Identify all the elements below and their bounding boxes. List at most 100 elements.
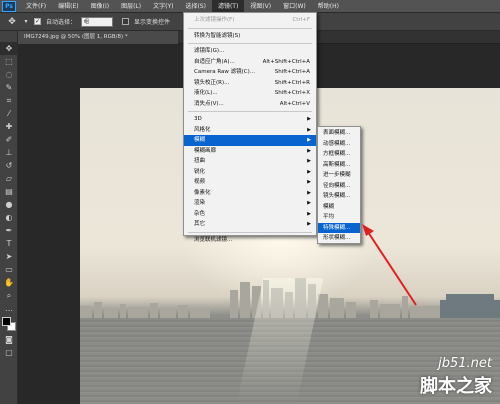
blur-tool-icon[interactable]: ● — [0, 198, 18, 211]
blur-menu-item[interactable]: 径向模糊... — [318, 181, 360, 192]
menu-item-shortcut: Shift+Ctrl+R — [274, 79, 310, 86]
filter-menu-item[interactable]: 扭曲 ▶ — [184, 156, 316, 167]
filter-menu-item[interactable]: 其它 ▶ — [184, 219, 316, 230]
filter-menu-item[interactable]: 渲染 ▶ — [184, 198, 316, 209]
menu-item-label: 视频 — [194, 179, 206, 185]
menu-item[interactable]: 窗口(W) — [277, 0, 312, 13]
menu-item[interactable]: 图像(I) — [85, 0, 115, 13]
filter-menu-item[interactable]: 浏览联机滤镜... — [184, 235, 316, 246]
eyedropper-tool-icon[interactable]: ⁄ — [0, 107, 18, 120]
submenu-arrow-icon: ▶ — [307, 168, 311, 175]
watermark: jb51.net 脚本之家 — [380, 356, 492, 400]
auto-select-label: 自动选择： — [46, 19, 77, 26]
blur-menu-item[interactable]: 表面模糊... — [318, 128, 360, 139]
submenu-arrow-icon: ▶ — [307, 147, 311, 154]
menu-item-label: 镜头校正(R)... — [194, 79, 230, 86]
show-transform-checkbox[interactable] — [122, 18, 130, 25]
menu-item-label: 上次滤镜操作(F) — [194, 17, 235, 23]
blur-menu-item[interactable]: 高斯模糊... — [318, 160, 360, 171]
blur-menu-item[interactable]: 模糊 — [318, 202, 360, 213]
menu-item[interactable]: 帮助(H) — [312, 0, 345, 13]
blur-menu-item[interactable]: 形状模糊... — [318, 233, 360, 244]
menu-item[interactable]: 视图(V) — [244, 0, 277, 13]
lasso-tool-icon[interactable]: ◌ — [0, 68, 18, 81]
filter-menu-item[interactable]: 杂色 ▶ — [184, 209, 316, 220]
menu-item[interactable]: 编辑(E) — [52, 0, 84, 13]
menu-separator — [188, 27, 312, 29]
filter-menu-item[interactable]: 转换为智能滤镜(S) — [184, 31, 316, 42]
healing-brush-icon[interactable]: ✚ — [0, 120, 18, 133]
menu-item[interactable]: 文字(Y) — [147, 0, 179, 13]
move-tool-icon[interactable]: ✥ — [6, 16, 18, 28]
filter-menu-item[interactable]: 模糊 ▶ — [184, 135, 316, 146]
filter-menu-item[interactable]: 消失点(V)... Alt+Ctrl+V — [184, 99, 316, 110]
brush-tool-icon[interactable]: ✐ — [0, 133, 18, 146]
more-tools-icon[interactable]: … — [0, 302, 18, 315]
move-tool-icon[interactable]: ✥ — [0, 42, 18, 55]
auto-select-checkbox[interactable]: ✓ — [34, 18, 41, 25]
menu-item[interactable]: 图层(L) — [115, 0, 147, 13]
document-tab[interactable]: IMG7249.jpg @ 50% (图层 1, RGB/8) * — [18, 31, 178, 44]
blur-menu-item[interactable]: 进一步模糊 — [318, 170, 360, 181]
gradient-tool-icon[interactable]: ▤ — [0, 185, 18, 198]
show-transform-label: 显示变换控件 — [134, 19, 171, 26]
shape-tool-icon[interactable]: ▭ — [0, 263, 18, 276]
submenu-arrow-icon: ▶ — [307, 126, 311, 133]
filter-menu-item[interactable]: 3D ▶ — [184, 114, 316, 125]
hand-tool-icon[interactable]: ✋ — [0, 276, 18, 289]
filter-menu: 上次滤镜操作(F) Ctrl+F 转换为智能滤镜(S) 滤镜库(G)... 自适应广角(… — [183, 12, 317, 243]
path-select-icon[interactable]: ➤ — [0, 250, 18, 263]
blur-menu-item[interactable]: 镜头模糊... — [318, 191, 360, 202]
menu-item-label: 模糊画廊 — [194, 147, 217, 154]
dodge-tool-icon[interactable]: ◐ — [0, 211, 18, 224]
blur-menu-item[interactable]: 平均 — [318, 212, 360, 223]
filter-menu-item[interactable]: 视频 ▶ — [184, 177, 316, 188]
filter-menu-item[interactable]: 模糊画廊 ▶ — [184, 146, 316, 157]
menu-item-label: 自适应广角(A)... — [194, 58, 235, 65]
filter-menu-item[interactable]: 滤镜库(G)... — [184, 46, 316, 57]
filter-menu-item[interactable]: 镜头校正(R)... Shift+Ctrl+R — [184, 78, 316, 89]
submenu-arrow-icon: ▶ — [307, 221, 311, 227]
filter-menu-item[interactable]: 上次滤镜操作(F) Ctrl+F — [184, 15, 316, 26]
pen-tool-icon[interactable]: ✒ — [0, 224, 18, 237]
type-tool-icon[interactable]: T — [0, 237, 18, 250]
filter-menu-item[interactable]: Camera Raw 滤镜(C)... Shift+Ctrl+A — [184, 67, 316, 78]
dropdown-arrow-icon[interactable]: ▾ — [23, 16, 29, 28]
blur-menu-item[interactable]: 动感模糊... — [318, 139, 360, 150]
history-brush-icon[interactable]: ↺ — [0, 159, 18, 172]
submenu-arrow-icon: ▶ — [307, 137, 311, 143]
filter-menu-item[interactable]: 液化(L)... Shift+Ctrl+X — [184, 88, 316, 99]
submenu-arrow-icon: ▶ — [307, 179, 311, 185]
foreground-color-swatch[interactable] — [2, 317, 11, 326]
menu-separator — [188, 111, 312, 112]
quick-mask-icon[interactable]: ◙ — [0, 333, 18, 346]
quick-select-tool-icon[interactable]: ✎ — [0, 81, 18, 94]
eraser-tool-icon[interactable]: ▱ — [0, 172, 18, 185]
menu-item-shortcut: Shift+Ctrl+A — [274, 69, 310, 75]
marquee-tool-icon[interactable]: ⬚ — [0, 55, 18, 68]
menu-item-label: 像素化 — [194, 189, 211, 196]
menu-item-shortcut: Shift+Ctrl+X — [274, 90, 310, 96]
filter-menu-item[interactable]: 锐化 ▶ — [184, 167, 316, 178]
zoom-tool-icon[interactable]: ⌕ — [0, 289, 18, 302]
auto-select-dropdown[interactable]: 组 — [81, 16, 114, 27]
filter-menu-item[interactable]: 自适应广角(A)... Alt+Shift+Ctrl+A — [184, 57, 316, 68]
menu-item-label: 模糊 — [194, 137, 206, 143]
color-swatches[interactable] — [0, 315, 18, 333]
toolbox: ✥ ⬚ ◌ ✎ ⌗ ⁄ ✚ ✐ ⊥ ↺ ▱ ▤ ● ◐ ✒ T ➤ ▭ ✋ ⌕ … — [0, 31, 18, 404]
submenu-arrow-icon: ▶ — [307, 210, 311, 217]
screen-mode-icon[interactable]: ▢ — [0, 346, 18, 359]
submenu-arrow-icon: ▶ — [307, 200, 311, 206]
menu-item-label: 转换为智能滤镜(S) — [194, 32, 241, 39]
menu-item[interactable]: 选择(S) — [179, 0, 212, 13]
clone-stamp-icon[interactable]: ⊥ — [0, 146, 18, 159]
filter-menu-item[interactable]: 像素化 ▶ — [184, 188, 316, 199]
blur-menu-item[interactable]: 特殊模糊... — [318, 222, 360, 233]
menu-filter[interactable]: 滤镜(T) — [211, 0, 245, 13]
menu-item[interactable]: 文件(F) — [20, 0, 52, 13]
blur-menu-item[interactable]: 方框模糊... — [318, 149, 360, 160]
crop-tool-icon[interactable]: ⌗ — [0, 94, 18, 107]
menu-item-label: Camera Raw 滤镜(C)... — [194, 69, 256, 75]
filter-menu-item[interactable]: 风格化 ▶ — [184, 125, 316, 136]
menu-item-label: 锐化 — [194, 168, 206, 175]
